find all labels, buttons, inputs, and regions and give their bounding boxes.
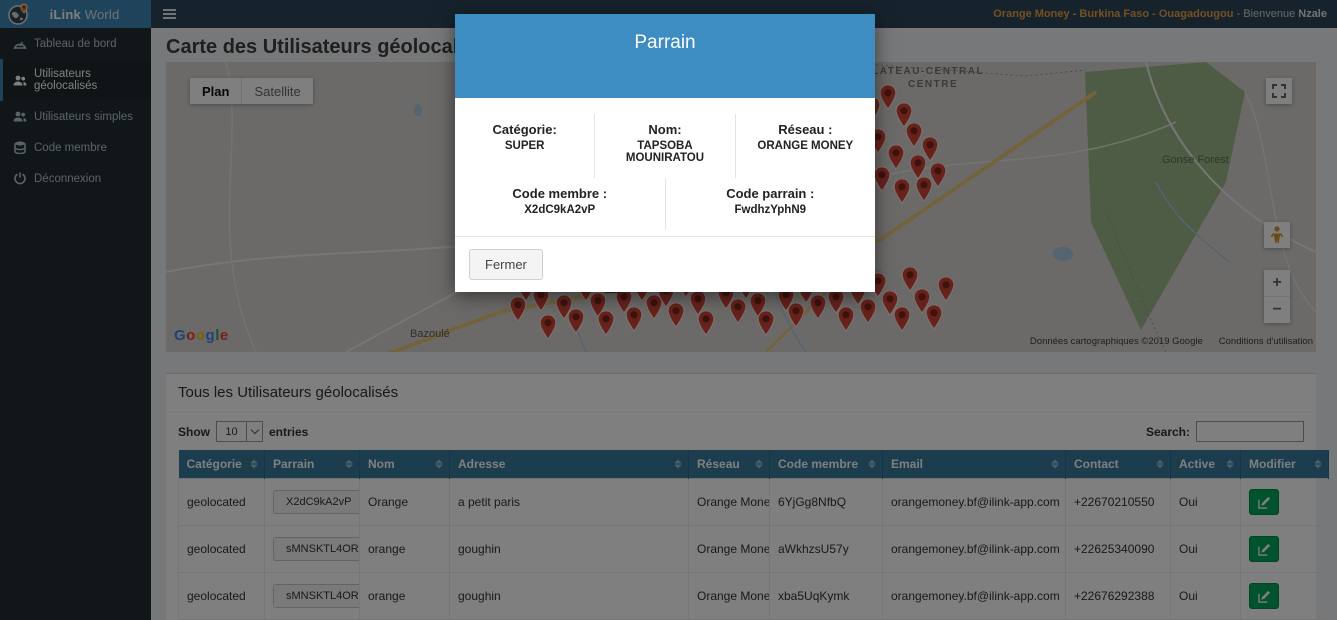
field-value-nom: TAPSOBA MOUNIRATOU [601,140,728,164]
close-modal-button[interactable]: Fermer [469,249,543,280]
field-label-reseau: Réseau : [742,122,869,137]
field-label-code-parrain: Code parrain : [672,186,870,201]
field-label-nom: Nom: [601,122,728,137]
parrain-modal: Parrain Catégorie: SUPER Nom: TAPSOBA MO… [455,14,875,292]
field-label-code-membre: Code membre : [461,186,659,201]
field-value-categorie: SUPER [461,140,588,152]
field-value-code-membre: X2dC9kA2vP [461,204,659,216]
modal-title: Parrain [455,32,875,54]
field-value-reseau: ORANGE MONEY [742,140,869,152]
field-label-categorie: Catégorie: [461,122,588,137]
field-value-code-parrain: FwdhzYphN9 [672,204,870,216]
